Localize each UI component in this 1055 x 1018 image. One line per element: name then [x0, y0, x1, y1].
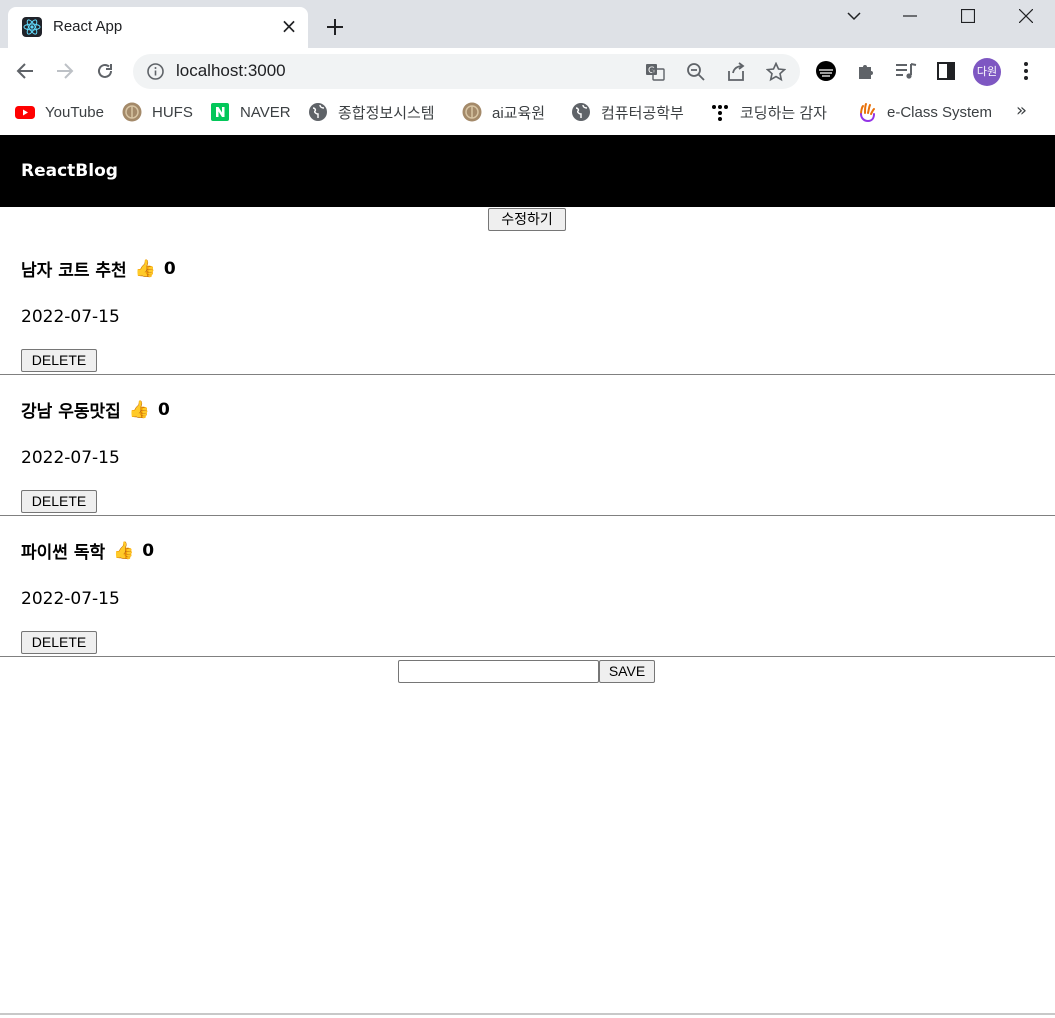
post-item: 남자 코트 추천 👍 0 2022-07-15 DELETE — [0, 234, 1055, 375]
post-item: 강남 우동맛집 👍 0 2022-07-15 DELETE — [0, 375, 1055, 516]
hufs-icon — [122, 102, 142, 122]
extensions-puzzle-icon[interactable] — [854, 59, 878, 83]
globe-icon — [571, 102, 591, 122]
thumbs-up-icon[interactable]: 👍 — [113, 541, 134, 561]
bookmark-coding-potato[interactable]: 코딩하는 감자 — [710, 100, 827, 124]
post-title-text: 강남 우동맛집 — [21, 402, 121, 422]
info-icon[interactable] — [146, 62, 165, 81]
bookmark-ai-edu[interactable]: ai교육원 — [462, 100, 545, 124]
hufs-icon — [462, 102, 482, 122]
bookmark-computer-engineering[interactable]: 컴퓨터공학부 — [571, 100, 684, 124]
app-header: ReactBlog — [0, 135, 1055, 207]
bookmark-label: NAVER — [240, 103, 291, 121]
media-control-icon[interactable] — [894, 59, 918, 83]
post-title[interactable]: 강남 우동맛집 👍 0 — [21, 397, 170, 423]
back-icon[interactable] — [11, 57, 39, 85]
bookmark-hufs[interactable]: HUFS — [122, 100, 193, 124]
dots-icon — [710, 102, 730, 122]
bookmark-info-system[interactable]: 종합정보시스템 — [308, 100, 435, 124]
new-post-input[interactable] — [398, 660, 599, 683]
bookmark-label: YouTube — [45, 103, 104, 121]
post-title[interactable]: 남자 코트 추천 👍 0 — [21, 256, 176, 282]
like-count: 0 — [163, 258, 176, 279]
window-bottom-border — [0, 1013, 1055, 1015]
tab-search-icon[interactable] — [826, 0, 882, 32]
like-count: 0 — [157, 399, 170, 420]
reload-icon[interactable] — [91, 57, 119, 85]
forward-icon[interactable] — [51, 57, 79, 85]
maximize-icon[interactable] — [940, 0, 996, 32]
tab-title: React App — [53, 18, 123, 35]
post-title-text: 파이썬 독학 — [21, 543, 106, 563]
delete-button[interactable]: DELETE — [21, 490, 97, 513]
thumbs-up-icon[interactable]: 👍 — [135, 259, 156, 279]
bookmarks-bar: YouTube HUFS NAVER 종합정보시스템 ai교육원 컴퓨터공학부 … — [0, 94, 1055, 130]
edit-button[interactable]: 수정하기 — [488, 208, 566, 231]
bookmark-naver[interactable]: NAVER — [210, 100, 291, 124]
post-date: 2022-07-15 — [21, 589, 120, 609]
youtube-icon — [15, 102, 35, 122]
hand-icon — [857, 102, 877, 123]
browser-tab[interactable]: React App × — [8, 7, 308, 48]
thumbs-up-icon[interactable]: 👍 — [129, 400, 150, 420]
side-panel-icon[interactable] — [934, 59, 958, 83]
post-date: 2022-07-15 — [21, 307, 120, 327]
more-bookmarks-icon[interactable]: » — [1016, 100, 1027, 121]
globe-icon — [308, 102, 328, 122]
minimize-icon[interactable] — [882, 0, 938, 32]
browser-toolbar: localhost:3000 G 다원 — [0, 48, 1055, 94]
naver-icon — [210, 102, 230, 122]
bookmark-label: 종합정보시스템 — [338, 104, 435, 122]
menu-kebab-icon[interactable] — [1014, 59, 1038, 83]
share-icon[interactable] — [725, 61, 747, 83]
extension-wave-icon[interactable] — [814, 59, 838, 83]
post-date: 2022-07-15 — [21, 448, 120, 468]
new-tab-icon[interactable] — [322, 14, 348, 40]
post-item: 파이썬 독학 👍 0 2022-07-15 DELETE — [0, 516, 1055, 657]
bookmark-label: e-Class System — [887, 103, 993, 121]
post-title[interactable]: 파이썬 독학 👍 0 — [21, 538, 155, 564]
delete-button[interactable]: DELETE — [21, 631, 97, 654]
save-button[interactable]: SAVE — [599, 660, 655, 683]
delete-button[interactable]: DELETE — [21, 349, 97, 372]
bookmark-label: 컴퓨터공학부 — [601, 104, 684, 122]
address-bar[interactable]: localhost:3000 G — [133, 54, 800, 89]
close-tab-icon[interactable]: × — [278, 15, 300, 37]
bookmark-star-icon[interactable] — [765, 61, 787, 83]
bookmark-youtube[interactable]: YouTube — [15, 100, 104, 124]
app-title: ReactBlog — [21, 161, 118, 181]
zoom-out-icon[interactable] — [685, 61, 707, 83]
url-text: localhost:3000 — [176, 61, 286, 80]
bookmark-label: HUFS — [152, 103, 193, 121]
react-icon — [22, 17, 42, 37]
like-count: 0 — [142, 540, 155, 561]
post-title-text: 남자 코트 추천 — [21, 261, 127, 281]
bookmark-label: 코딩하는 감자 — [740, 104, 827, 122]
translate-icon[interactable]: G — [644, 61, 666, 83]
bookmark-label: ai교육원 — [492, 104, 546, 122]
bookmark-eclass[interactable]: e-Class System — [857, 100, 992, 124]
browser-tab-strip: React App × — [0, 0, 1055, 48]
profile-avatar[interactable]: 다원 — [973, 58, 1001, 86]
close-window-icon[interactable] — [998, 0, 1054, 32]
svg-text:G: G — [648, 66, 655, 76]
